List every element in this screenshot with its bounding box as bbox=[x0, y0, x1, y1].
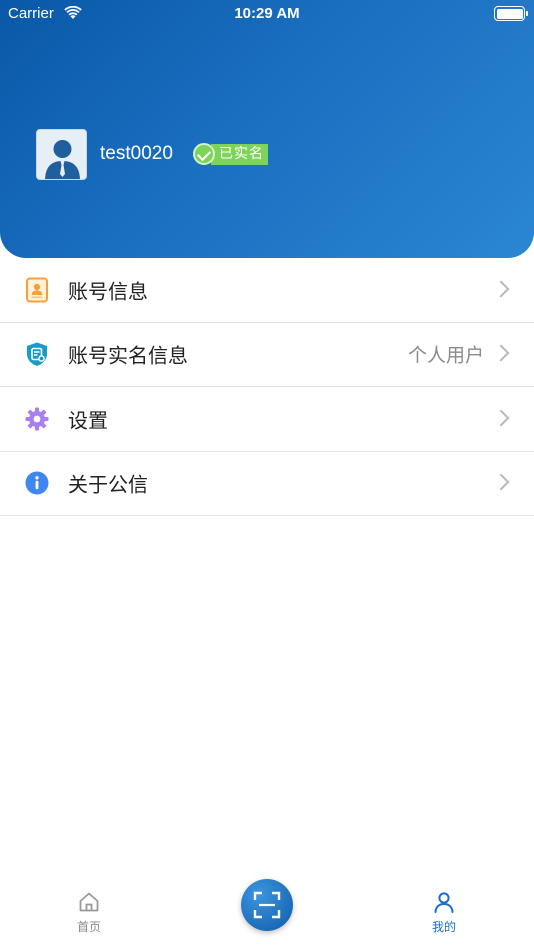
menu-item-settings[interactable]: 设置 bbox=[0, 387, 534, 452]
username: test0020 bbox=[100, 143, 173, 164]
menu-label: 设置 bbox=[68, 408, 108, 433]
status-bar: Carrier 10:29 AM bbox=[0, 0, 534, 28]
profile-header: Carrier 10:29 AM test0020 已实名 bbox=[0, 0, 534, 258]
chevron-right-icon bbox=[492, 344, 510, 362]
shield-icon bbox=[27, 342, 47, 367]
menu-item-account-info[interactable]: 账号信息 bbox=[0, 258, 534, 323]
scan-button[interactable] bbox=[241, 879, 293, 931]
avatar[interactable] bbox=[36, 129, 87, 180]
id-card-icon bbox=[26, 277, 48, 303]
chevron-right-icon bbox=[492, 473, 510, 491]
verified-badge: 已实名 bbox=[193, 142, 268, 166]
menu-label: 账号实名信息 bbox=[68, 343, 188, 368]
tab-home[interactable]: 首页 bbox=[49, 890, 129, 935]
tab-home-label: 首页 bbox=[76, 920, 101, 934]
user-silhouette-icon bbox=[45, 140, 80, 179]
clock: 10:29 AM bbox=[234, 5, 300, 22]
check-circle-icon bbox=[193, 143, 215, 165]
settings-menu: 账号信息 账号实名信息 个人用户 设置 关于公信 bbox=[0, 258, 534, 516]
chevron-right-icon bbox=[492, 280, 510, 298]
info-icon bbox=[25, 471, 49, 495]
scan-icon bbox=[253, 891, 281, 919]
tab-bar: 首页 我的 bbox=[0, 872, 534, 950]
menu-item-about[interactable]: 关于公信 bbox=[0, 452, 534, 516]
user-icon bbox=[434, 892, 454, 913]
tab-mine[interactable]: 我的 bbox=[404, 890, 484, 935]
account-type-value: 个人用户 bbox=[407, 344, 484, 367]
tab-mine-label: 我的 bbox=[431, 920, 456, 934]
menu-item-realname-info[interactable]: 账号实名信息 个人用户 bbox=[0, 323, 534, 387]
menu-label: 账号信息 bbox=[68, 279, 148, 304]
home-icon bbox=[79, 892, 99, 912]
battery-icon bbox=[494, 6, 528, 21]
gear-icon bbox=[25, 407, 49, 431]
menu-label: 关于公信 bbox=[68, 472, 148, 497]
verified-label: 已实名 bbox=[211, 143, 268, 165]
chevron-right-icon bbox=[492, 409, 510, 427]
